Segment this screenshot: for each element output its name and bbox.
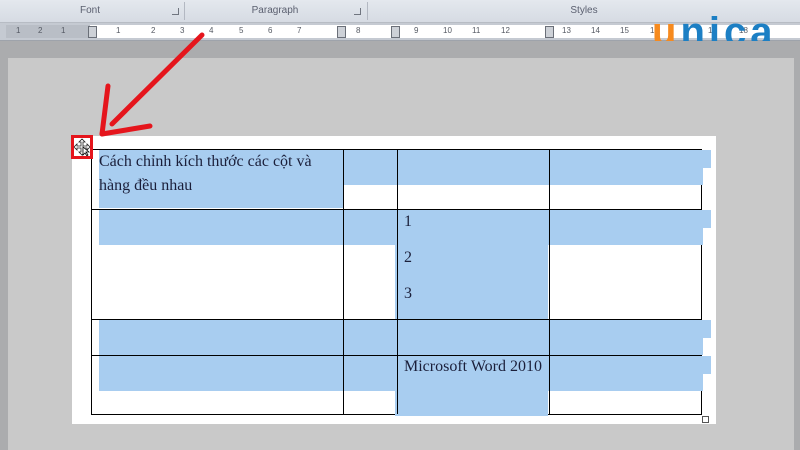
table-resize-handle[interactable] [702,416,709,423]
ruler-number: 10 [443,26,452,35]
ruler-number: 11 [472,26,481,35]
ruler-number: 1 [116,26,121,35]
ruler-number: 6 [268,26,273,35]
selection-highlight [99,320,703,355]
ruler-number: 9 [414,26,419,35]
ruler-number: 2 [151,26,156,35]
column-marker[interactable] [88,26,97,38]
table-cell-text: 3 [404,285,412,302]
selection-highlight [548,210,703,245]
table-column-border[interactable] [343,150,344,414]
ruler-number: 1 [16,26,21,35]
selection-highlight [395,210,548,320]
word-table[interactable]: Cách chỉnh kích thước các cột và hàng đề… [91,149,703,416]
paragraph-group-label: Paragraph [251,5,299,16]
end-of-row-marker [703,356,711,374]
paragraph-dialog-launcher-icon[interactable] [354,8,361,15]
ruler-number: 3 [180,26,185,35]
font-group-label: Font [79,5,100,16]
end-of-row-marker [703,150,711,168]
end-of-row-marker [703,320,711,338]
font-dialog-launcher-icon[interactable] [172,8,179,15]
ruler-number: 14 [591,26,600,35]
ruler-number: 8 [356,26,361,35]
table-cell-text: Cách chỉnh kích thước các cột và hàng đề… [99,153,312,194]
selection-highlight [99,356,395,391]
ruler-number: 1 [61,26,66,35]
table-row-border[interactable] [92,355,701,356]
table-cell-text: 1 [404,213,412,230]
ruler-number: 13 [562,26,571,35]
table-cell-text: 2 [404,249,412,266]
ruler-number: 5 [239,26,244,35]
end-of-row-marker [703,210,711,228]
table-cell-text: Microsoft Word 2010 [404,358,542,375]
selection-highlight [99,210,395,245]
ruler-number: 12 [501,26,510,35]
ruler-number: 15 [620,26,629,35]
column-marker[interactable] [337,26,346,38]
ruler-number: 4 [209,26,214,35]
ruler-number: 7 [297,26,302,35]
table-row-border[interactable] [92,209,701,210]
table-column-border[interactable] [549,150,550,414]
four-way-arrow-icon [73,138,91,157]
selection-highlight [548,356,703,391]
table-column-border[interactable] [397,150,398,414]
table-row-border[interactable] [92,319,701,320]
column-marker[interactable] [391,26,400,38]
ruler-number: 2 [38,26,43,35]
table-move-handle[interactable] [71,135,93,159]
column-marker[interactable] [545,26,554,38]
